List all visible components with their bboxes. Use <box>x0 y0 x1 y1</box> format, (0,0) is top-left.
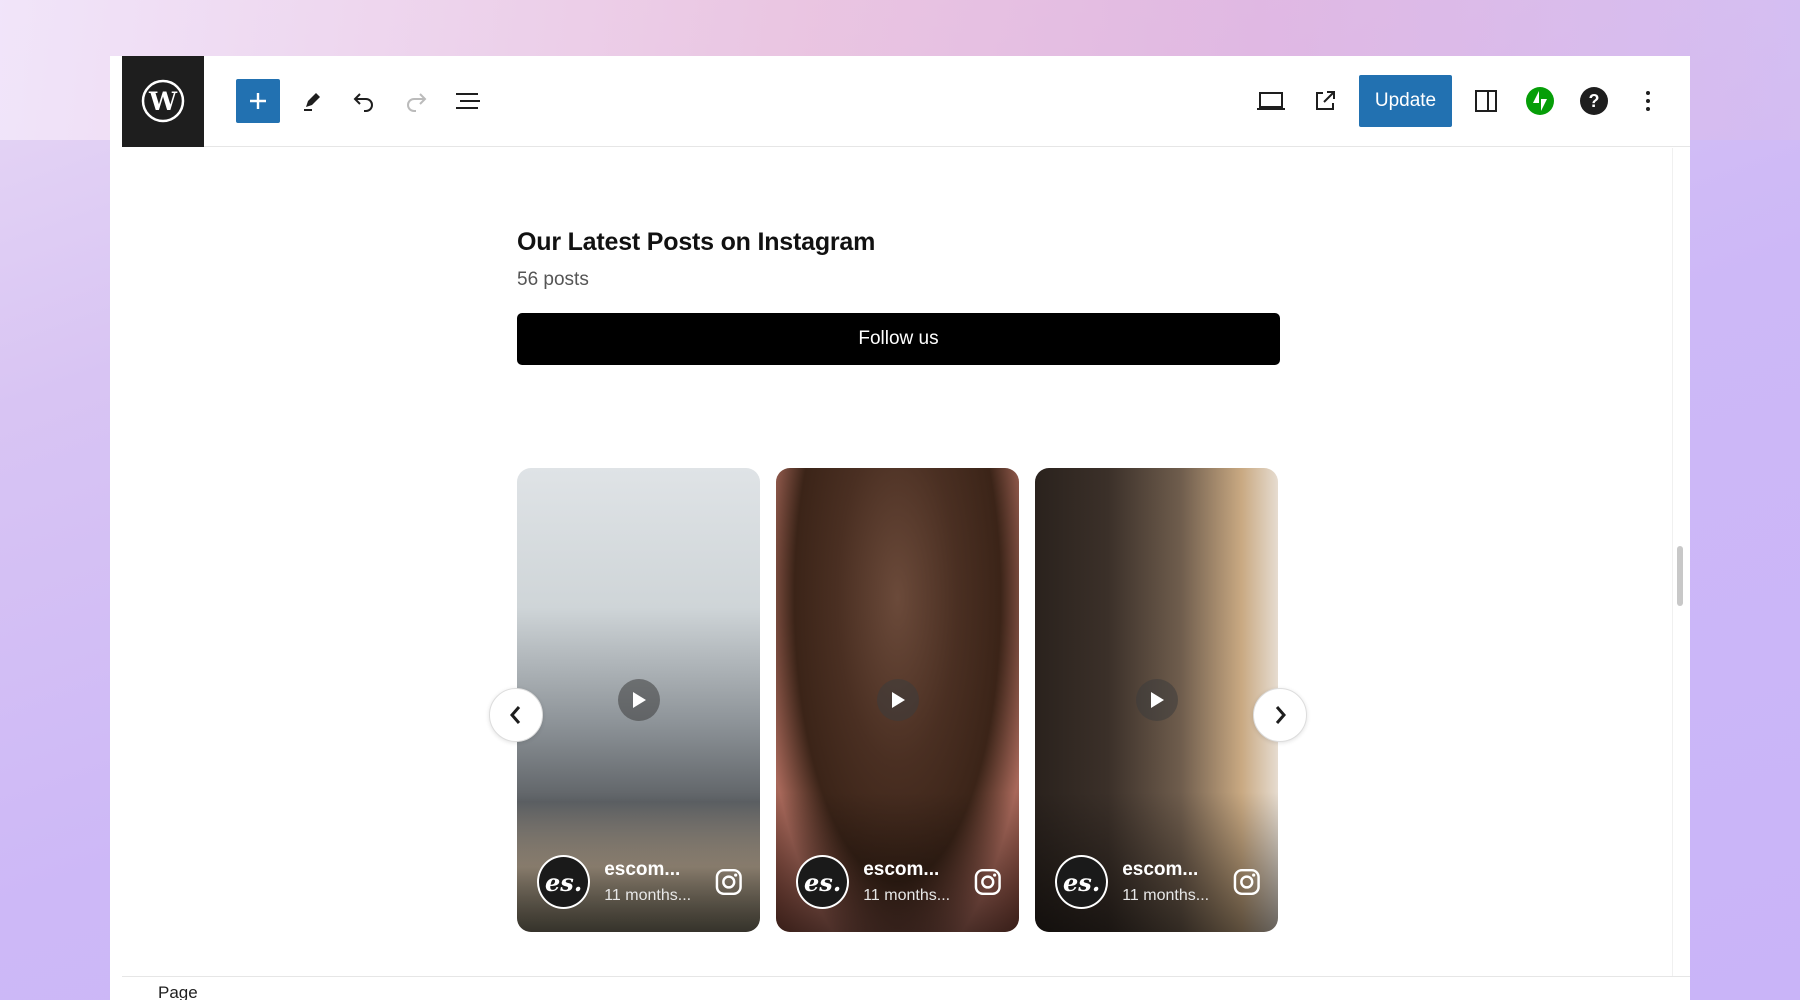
feed-title: Our Latest Posts on Instagram <box>517 228 876 256</box>
redo-icon <box>407 93 427 112</box>
play-button[interactable] <box>1135 679 1178 721</box>
editor-footer: Page <box>122 976 1690 1000</box>
post-time: 11 months... <box>604 887 692 904</box>
tools-button[interactable] <box>292 81 332 121</box>
instagram-feed-header: Our Latest Posts on Instagram 56 posts F… <box>517 228 1280 365</box>
post-card[interactable]: es. escom... 11 months... <box>1035 468 1278 932</box>
post-time: 11 months... <box>863 887 951 904</box>
external-link-icon <box>1316 91 1335 110</box>
post-count: 56 posts <box>517 269 589 290</box>
post-card[interactable]: es. escom... 11 months... <box>776 468 1019 932</box>
post-time: 11 months... <box>1122 887 1210 904</box>
post-handle: escom... <box>1122 859 1199 880</box>
play-icon <box>891 692 905 708</box>
post-card-footer: es. escom... 11 months... <box>537 854 744 910</box>
carousel-prev-button[interactable] <box>489 688 543 742</box>
editor-window: W Update ? Our Latest Posts on Instagram… <box>110 56 1690 1000</box>
instagram-icon[interactable] <box>973 867 1003 897</box>
svg-text:W: W <box>148 87 178 116</box>
play-button[interactable] <box>617 679 660 721</box>
list-view-button[interactable] <box>448 81 488 121</box>
jetpack-button[interactable] <box>1520 81 1560 121</box>
chevron-right-icon <box>1275 706 1286 724</box>
desktop-preview-icon <box>1257 92 1285 110</box>
breadcrumb[interactable]: Page <box>158 983 198 1000</box>
plus-icon <box>250 93 266 109</box>
avatar: es. <box>537 855 591 909</box>
pencil-icon <box>304 93 320 111</box>
help-icon: ? <box>1580 87 1608 115</box>
post-card-footer: es. escom... 11 months... <box>796 854 1003 910</box>
help-button[interactable]: ? <box>1574 81 1614 121</box>
instagram-icon[interactable] <box>1232 867 1262 897</box>
avatar: es. <box>1055 855 1109 909</box>
canvas-scrollbar[interactable] <box>1672 148 1686 978</box>
more-options-button[interactable] <box>1628 81 1668 121</box>
play-icon <box>632 692 646 708</box>
editor-canvas: Our Latest Posts on Instagram 56 posts F… <box>122 148 1668 978</box>
sidebar-toggle-icon <box>1475 90 1497 112</box>
svg-text:?: ? <box>1589 91 1600 111</box>
wordpress-logo-icon[interactable]: W <box>122 56 204 147</box>
carousel-next-button[interactable] <box>1253 688 1307 742</box>
instagram-carousel: es. escom... 11 months... es. escom... 1… <box>517 468 1280 932</box>
redo-button[interactable] <box>396 81 436 121</box>
post-card-footer: es. escom... 11 months... <box>1055 854 1262 910</box>
jetpack-icon <box>1526 87 1554 115</box>
list-view-icon <box>456 93 480 109</box>
undo-icon <box>353 93 373 112</box>
post-handle: escom... <box>604 859 681 880</box>
preview-button[interactable] <box>1251 81 1291 121</box>
more-options-icon <box>1646 91 1650 111</box>
post-handle: escom... <box>863 859 940 880</box>
play-icon <box>1150 692 1164 708</box>
update-button[interactable]: Update <box>1359 75 1452 127</box>
undo-button[interactable] <box>344 81 384 121</box>
settings-sidebar-toggle[interactable] <box>1466 81 1506 121</box>
follow-us-button[interactable]: Follow us <box>517 313 1280 365</box>
post-card[interactable]: es. escom... 11 months... <box>517 468 760 932</box>
add-block-button[interactable] <box>236 79 280 123</box>
chevron-left-icon <box>510 706 521 724</box>
play-button[interactable] <box>876 679 919 721</box>
editor-toolbar: W Update ? <box>122 56 1690 147</box>
instagram-icon[interactable] <box>714 867 744 897</box>
scrollbar-thumb[interactable] <box>1677 546 1683 606</box>
avatar: es. <box>796 855 850 909</box>
view-page-button[interactable] <box>1305 81 1345 121</box>
